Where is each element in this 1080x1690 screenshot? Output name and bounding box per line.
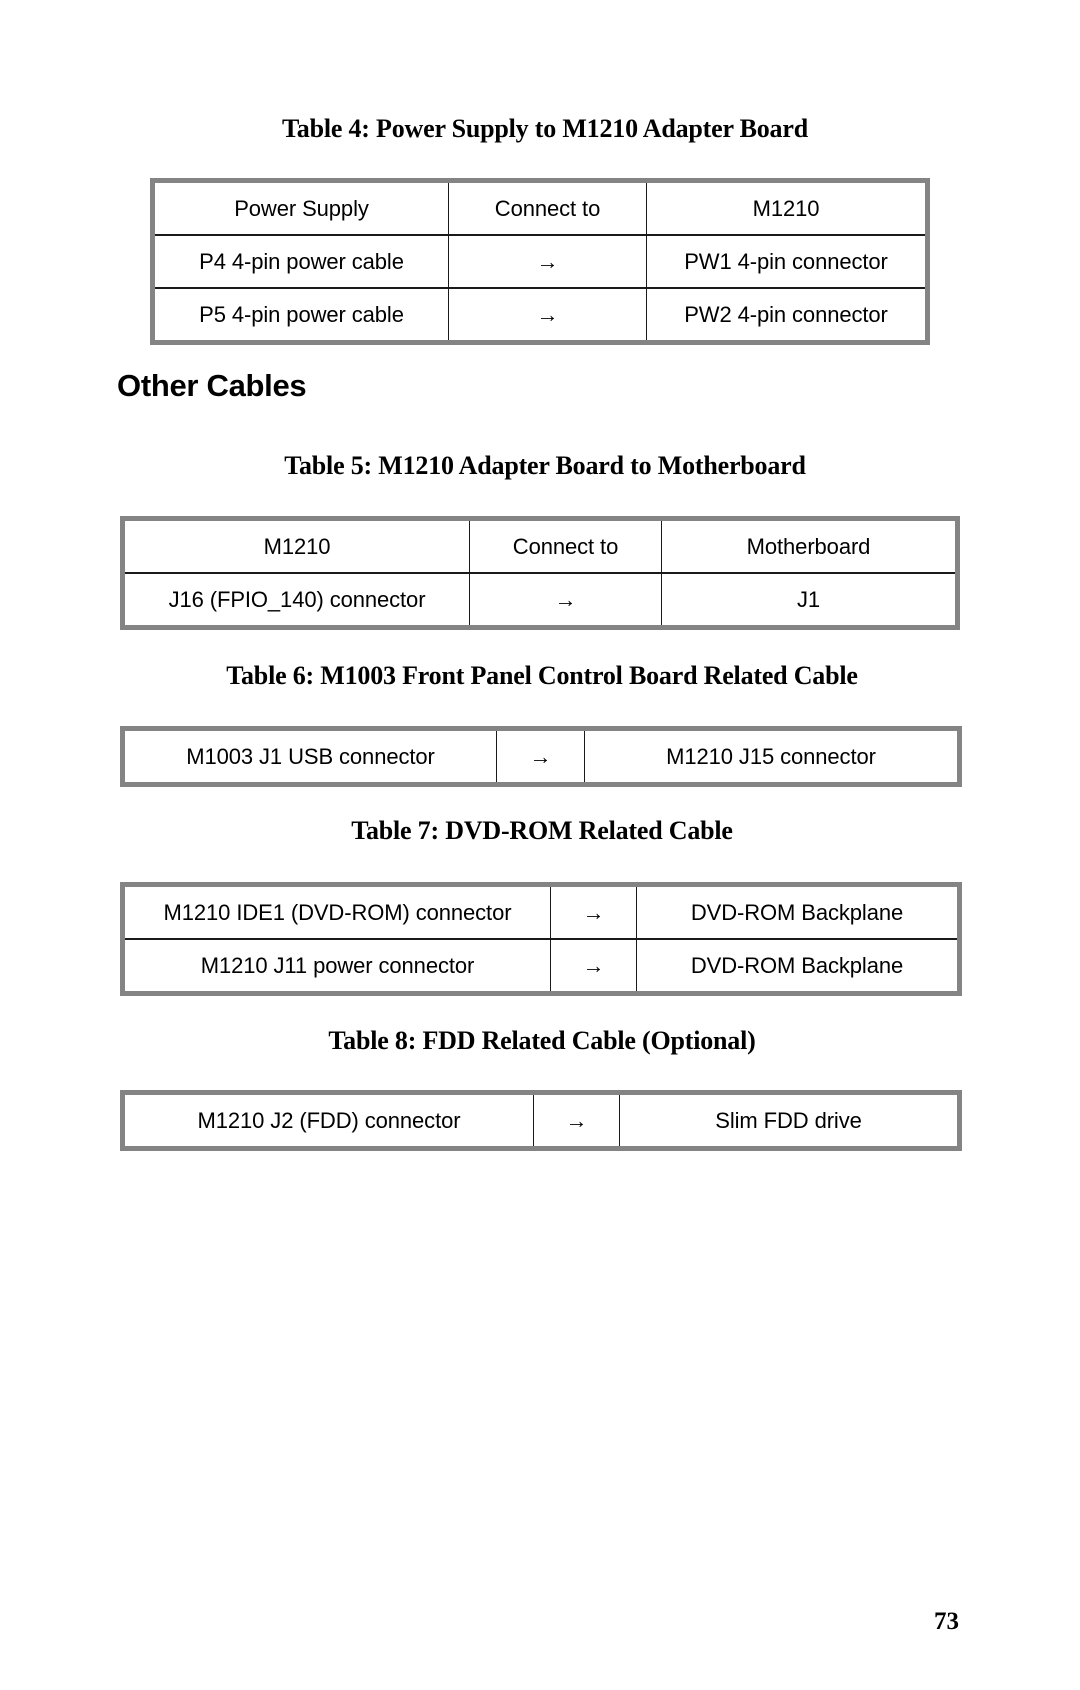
page-number: 73 [934,1608,959,1635]
table-row: M1210 IDE1 (DVD-ROM) connector → DVD-ROM… [123,884,960,939]
table-5-adapter-to-motherboard: M1210 Connect to Motherboard J16 (FPIO_1… [120,516,960,630]
source-cell: J16 (FPIO_140) connector [122,572,470,628]
table-row: M1003 J1 USB connector → M1210 J15 conne… [123,728,960,785]
arrow-right-icon: → [448,287,647,343]
table-4-power-supply: Power Supply Connect to M1210 P4 4-pin p… [150,178,930,345]
table-8-fdd-cable: M1210 J2 (FDD) connector → Slim FDD driv… [120,1090,962,1151]
target-cell: PW1 4-pin connector [646,234,928,288]
target-cell: PW2 4-pin connector [646,287,928,343]
table-6-caption: Table 6: M1003 Front Panel Control Board… [226,661,858,690]
table-7-caption: Table 7: DVD-ROM Related Cable [351,816,733,845]
source-cell: M1003 J1 USB connector [186,743,435,769]
arrow-right-icon: → [496,728,585,785]
header-cell: M1210 [263,533,331,559]
table-5-caption: Table 5: M1210 Adapter Board to Motherbo… [284,451,806,480]
source-cell: P4 4-pin power cable [152,234,449,288]
arrow-right-icon: → [469,572,662,628]
table-header-row: M1210 Connect to Motherboard [123,518,958,573]
source-cell: M1210 J11 power connector [122,938,551,994]
arrow-right-icon: → [550,938,637,994]
header-cell: M1210 [646,180,928,235]
table-header-row: Power Supply Connect to M1210 [153,180,928,235]
table-row: P4 4-pin power cable → PW1 4-pin connect… [152,234,928,288]
arrow-right-icon: → [448,234,647,288]
source-cell: M1210 J2 (FDD) connector [197,1107,461,1133]
section-heading: Other Cables [117,368,307,403]
arrow-right-icon: → [533,1092,620,1149]
header-cell: Motherboard [661,518,958,573]
table-row: J16 (FPIO_140) connector → J1 [122,572,958,628]
source-cell: M1210 IDE1 (DVD-ROM) connector [163,899,512,925]
table-row: P5 4-pin power cable → PW2 4-pin connect… [152,287,928,343]
header-cell: Power Supply [234,195,369,221]
header-cell: Connect to [469,518,662,573]
table-7-dvd-rom-cable: M1210 IDE1 (DVD-ROM) connector → DVD-ROM… [120,882,962,996]
table-8-caption: Table 8: FDD Related Cable (Optional) [328,1026,756,1055]
table-6-front-panel-cable: M1003 J1 USB connector → M1210 J15 conne… [120,726,962,787]
table-row: M1210 J2 (FDD) connector → Slim FDD driv… [123,1092,960,1149]
source-cell: P5 4-pin power cable [152,287,449,343]
arrow-right-icon: → [550,884,637,939]
header-cell: Connect to [448,180,647,235]
table-4-caption: Table 4: Power Supply to M1210 Adapter B… [282,114,808,143]
table-row: M1210 J11 power connector → DVD-ROM Back… [122,938,960,994]
target-cell: DVD-ROM Backplane [636,884,960,939]
target-cell: DVD-ROM Backplane [636,938,960,994]
target-cell: M1210 J15 connector [584,728,960,785]
target-cell: J1 [661,572,958,628]
target-cell: Slim FDD drive [619,1092,960,1149]
